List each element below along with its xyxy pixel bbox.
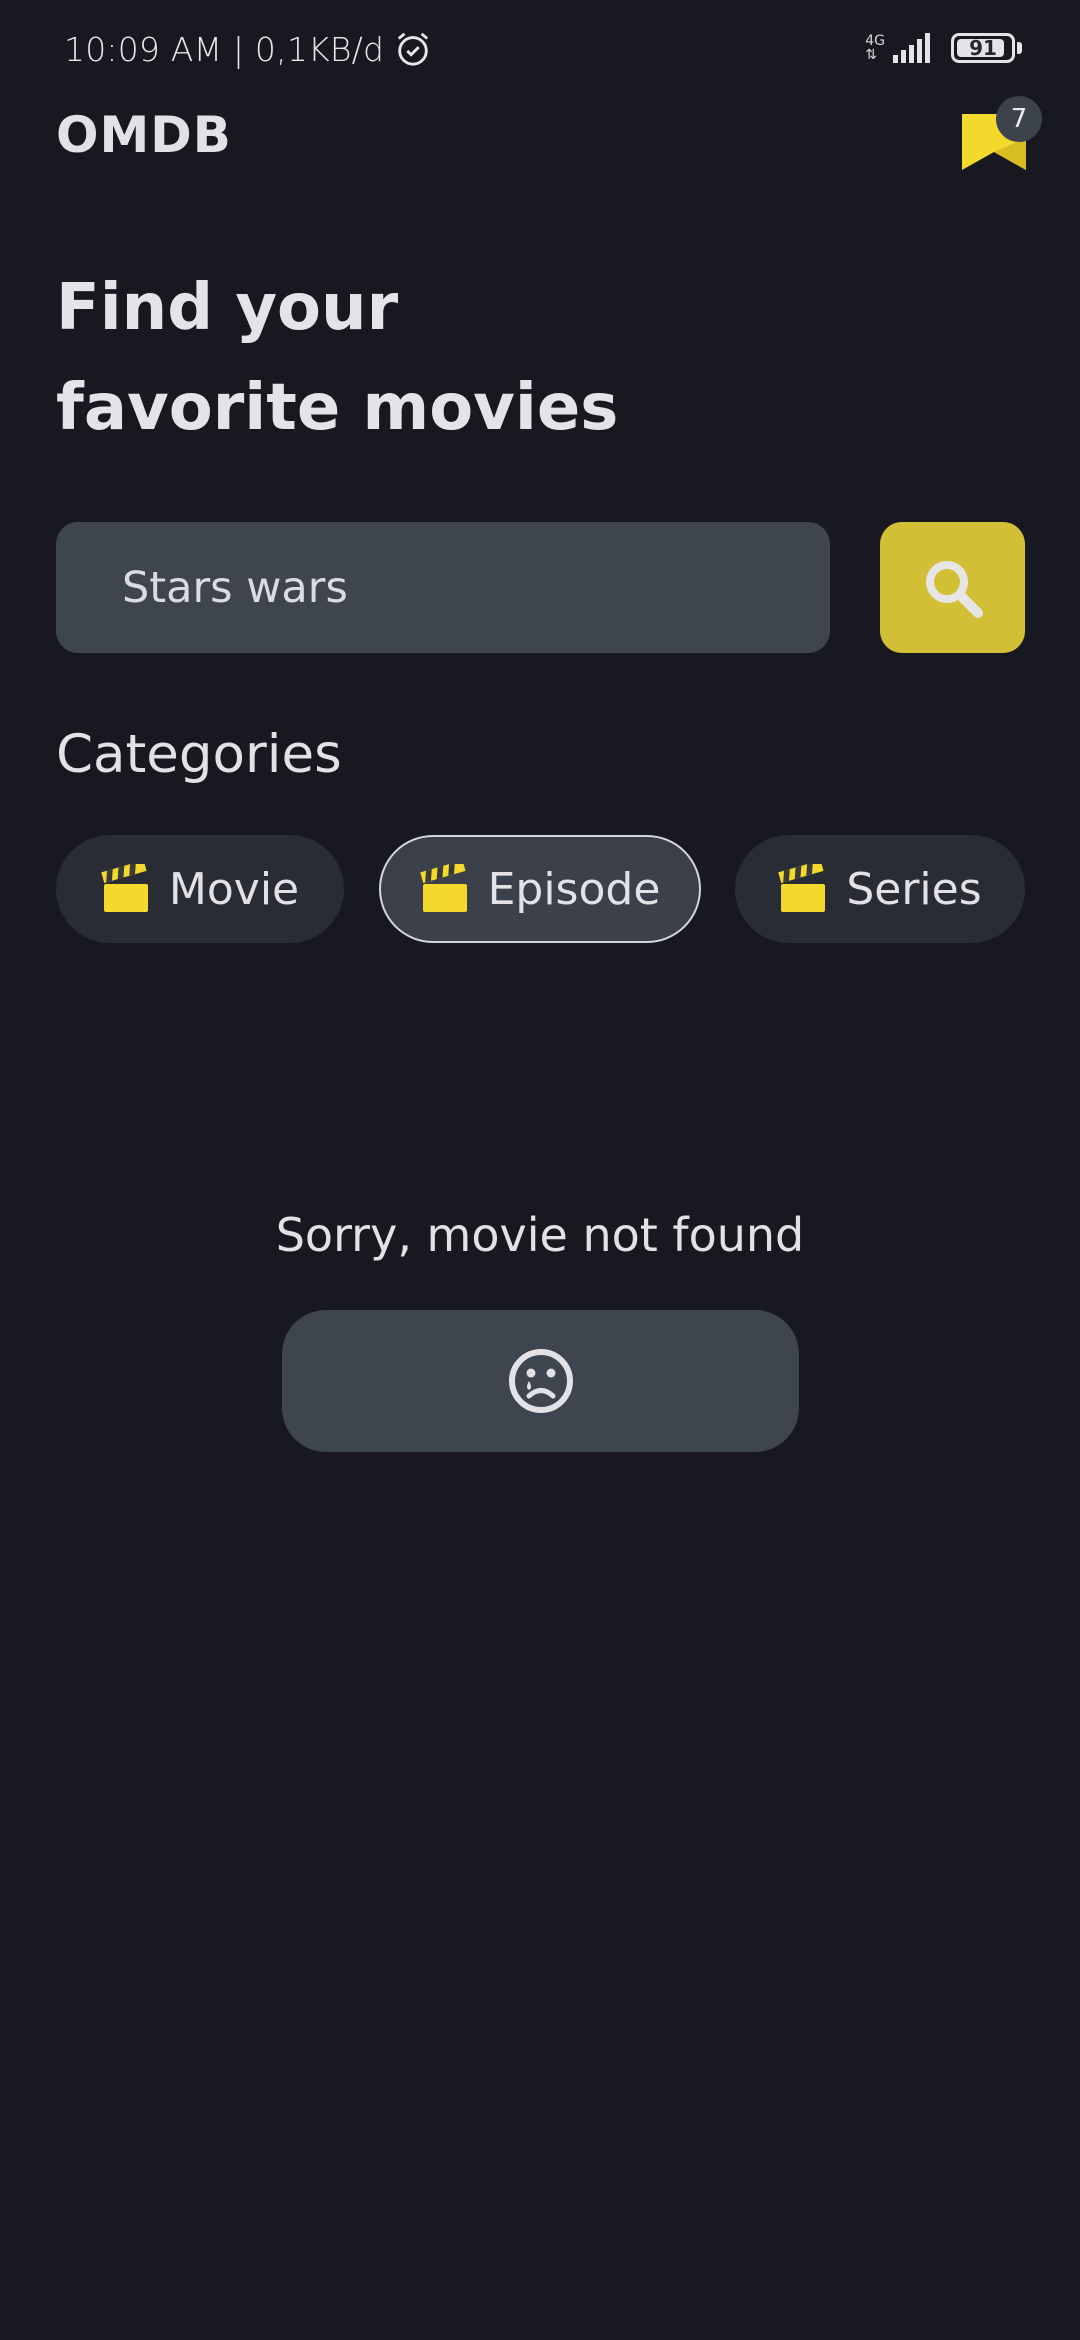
battery-icon: 91 — [951, 33, 1015, 63]
alarm-icon — [397, 32, 429, 66]
clapperboard-icon — [419, 864, 467, 912]
category-chip-series[interactable]: Series — [735, 835, 1025, 943]
sad-face-icon — [508, 1349, 573, 1413]
battery-tip — [1017, 42, 1022, 54]
data-arrows-icon: ⇅ — [865, 47, 877, 63]
categories-title: Categories — [56, 724, 342, 785]
screen: 10:09 AM | 0,1KB/d 4G ⇅ 91 OMDB 7 Find y… — [0, 0, 1080, 2340]
battery-level: 91 — [969, 36, 997, 60]
page-headline: Find your favorite movies — [56, 258, 956, 458]
category-label: Episode — [487, 863, 661, 915]
status-bar: 10:09 AM | 0,1KB/d 4G ⇅ 91 — [0, 0, 1080, 96]
status-time: 10:09 AM | 0,1KB/d — [64, 29, 385, 69]
bookmarks-button[interactable]: 7 — [952, 96, 1052, 186]
bookmark-count-badge: 7 — [996, 96, 1042, 142]
search-icon — [925, 560, 983, 618]
status-left: 10:09 AM | 0,1KB/d — [64, 26, 432, 72]
clapperboard-icon — [778, 864, 826, 912]
headline-line-2: favorite movies — [56, 371, 619, 445]
network-indicator: 4G ⇅ — [865, 34, 885, 62]
search-field[interactable] — [56, 522, 830, 653]
empty-state-message: Sorry, movie not found — [275, 1208, 805, 1262]
battery-indicator: 91 — [951, 33, 1022, 63]
search-input[interactable] — [122, 562, 802, 613]
category-chip-movie[interactable]: Movie — [56, 835, 344, 943]
search-button[interactable] — [880, 522, 1025, 653]
network-type: 4G — [865, 33, 885, 49]
clapperboard-icon — [101, 864, 148, 912]
category-chip-episode[interactable]: Episode — [379, 835, 701, 943]
headline-line-1: Find your — [56, 271, 399, 345]
status-right: 4G ⇅ 91 — [865, 28, 1022, 68]
category-label: Series — [846, 863, 982, 915]
app-title: OMDB — [56, 106, 232, 164]
empty-state-card — [282, 1310, 799, 1452]
category-label: Movie — [168, 863, 300, 915]
signal-icon — [893, 33, 930, 63]
